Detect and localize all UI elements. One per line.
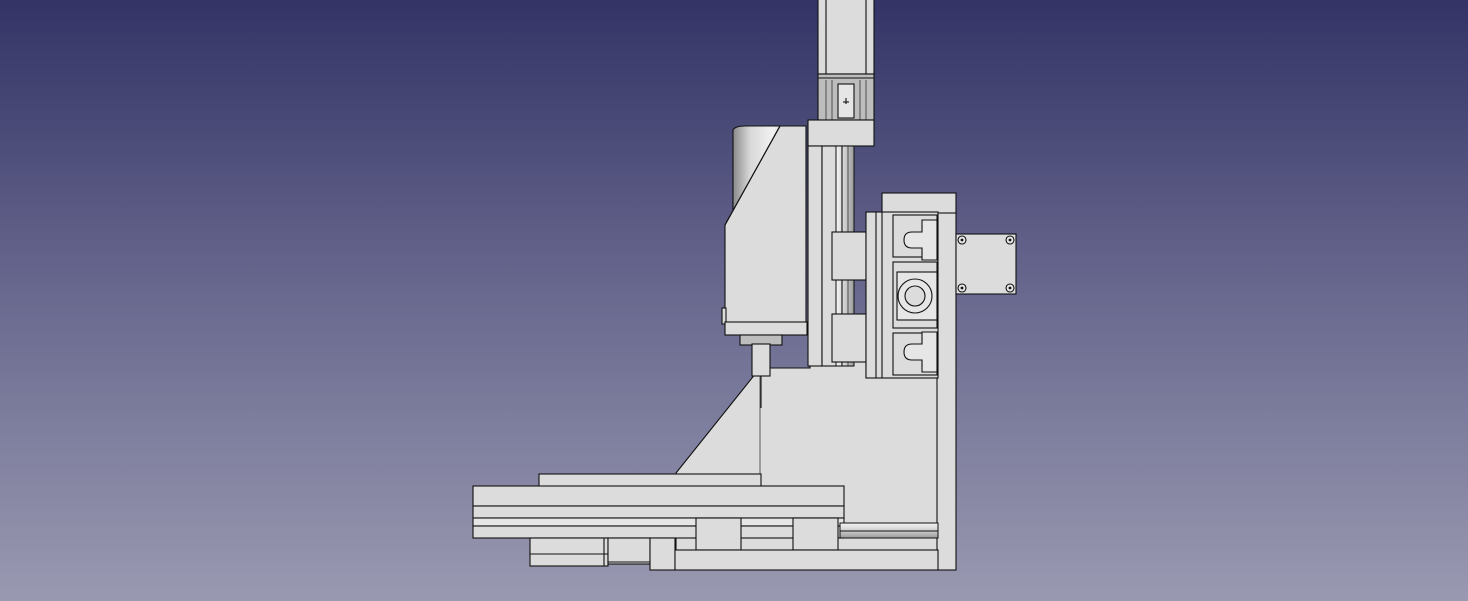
cnc-model-drawing (472, 0, 1017, 571)
y-axis-motor (955, 233, 1017, 295)
z-axis-rail (807, 145, 867, 367)
z-axis-motor (807, 0, 875, 147)
y-axis-carriage (865, 211, 939, 379)
3d-viewport[interactable] (0, 0, 1468, 601)
